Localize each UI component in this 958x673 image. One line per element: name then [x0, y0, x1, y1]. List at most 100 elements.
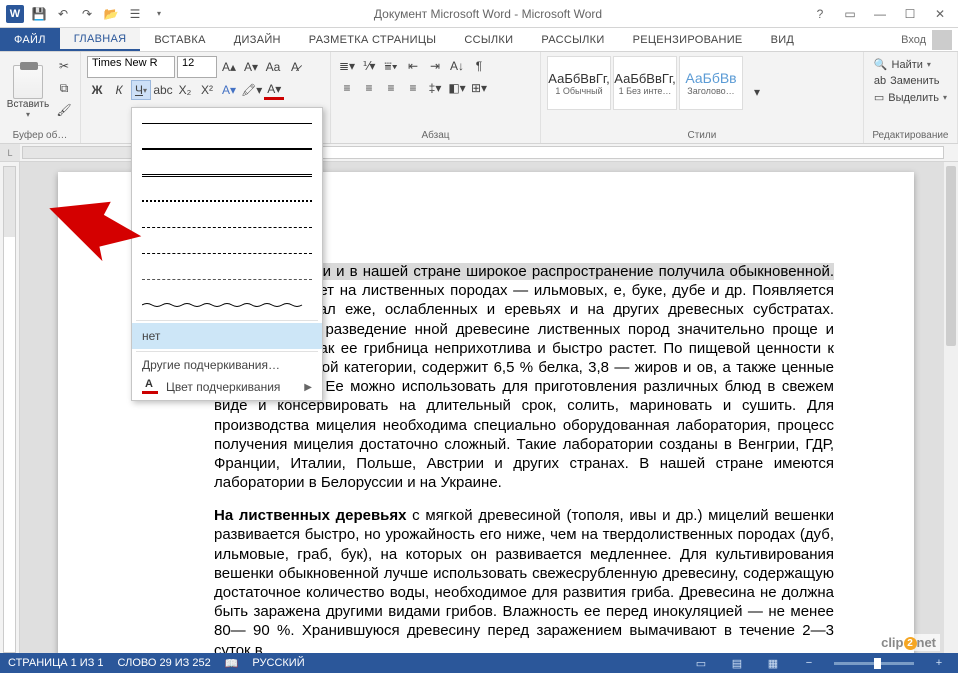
line-spacing-icon[interactable]: ‡▾ [425, 78, 445, 98]
group-editing: 🔍Найти▾ abЗаменить ▭Выделить▾ Редактиров… [864, 52, 958, 143]
align-left-icon[interactable]: ≡ [337, 78, 357, 98]
italic-icon[interactable]: К [109, 80, 129, 100]
ribbon-tabs: ФАЙЛ ГЛАВНАЯ ВСТАВКА ДИЗАЙН РАЗМЕТКА СТР… [0, 28, 958, 52]
increase-indent-icon[interactable]: ⇥ [425, 56, 445, 76]
save-icon[interactable]: 💾 [28, 3, 50, 25]
format-painter-icon[interactable]: 🖌 [54, 100, 74, 120]
find-button[interactable]: 🔍Найти▾ [870, 56, 951, 73]
zoom-out-icon[interactable]: − [798, 655, 820, 671]
underline-more[interactable]: Другие подчеркивания… [132, 354, 322, 376]
open-icon[interactable]: 📂 [100, 3, 122, 25]
undo-icon[interactable]: ↶ [52, 3, 74, 25]
paragraph-2[interactable]: На лиственных деревьях с мягкой древесин… [214, 506, 834, 653]
replace-button[interactable]: abЗаменить [870, 73, 951, 89]
clipboard-icon [13, 65, 43, 99]
maximize-icon[interactable]: ☐ [896, 3, 924, 25]
view-print-icon[interactable]: ▤ [726, 655, 748, 671]
clear-format-icon[interactable]: A̷ [285, 57, 305, 77]
copy-icon[interactable]: ⧉ [54, 78, 74, 98]
shrink-font-icon[interactable]: A▾ [241, 57, 261, 77]
underline-style-wave[interactable] [132, 292, 322, 318]
align-center-icon[interactable]: ≡ [359, 78, 379, 98]
highlight-icon[interactable]: 🖍▾ [241, 80, 262, 100]
underline-color[interactable]: Цвет подчеркивания ▶ [132, 376, 322, 398]
status-words[interactable]: СЛОВО 29 ИЗ 252 [118, 657, 211, 669]
chevron-right-icon: ▶ [304, 382, 312, 393]
underline-style-single[interactable] [132, 110, 322, 136]
view-web-icon[interactable]: ▦ [762, 655, 784, 671]
font-size-select[interactable]: 12 [177, 56, 217, 78]
styles-more-icon[interactable]: ▾ [747, 82, 767, 102]
select-button[interactable]: ▭Выделить▾ [870, 89, 951, 106]
tab-selector-icon[interactable]: L [0, 144, 20, 161]
justify-icon[interactable]: ≡ [403, 78, 423, 98]
cut-icon[interactable]: ✂ [54, 56, 74, 76]
tab-view[interactable]: ВИД [757, 28, 809, 51]
vertical-scrollbar[interactable] [944, 162, 958, 653]
bullets-icon[interactable]: ≣▾ [337, 56, 357, 76]
view-read-icon[interactable]: ▭ [690, 655, 712, 671]
style-heading1[interactable]: АаБбВв Заголово… [679, 56, 743, 110]
text-effects-icon[interactable]: A▾ [219, 80, 239, 100]
zoom-in-icon[interactable]: + [928, 655, 950, 671]
font-color-icon[interactable]: A▾ [264, 80, 284, 100]
underline-dropdown: нет Другие подчеркивания… Цвет подчеркив… [131, 107, 323, 401]
paste-label: Вставить [7, 99, 49, 110]
tab-references[interactable]: ССЫЛКИ [450, 28, 527, 51]
tab-home[interactable]: ГЛАВНАЯ [60, 28, 141, 51]
help-icon[interactable]: ? [806, 3, 834, 25]
tab-layout[interactable]: РАЗМЕТКА СТРАНИЦЫ [295, 28, 451, 51]
underline-style-dot-dash[interactable] [132, 240, 322, 266]
grow-font-icon[interactable]: A▴ [219, 57, 239, 77]
shading-icon[interactable]: ◧▾ [447, 78, 467, 98]
tab-insert[interactable]: ВСТАВКА [140, 28, 219, 51]
underline-style-dotted[interactable] [132, 188, 322, 214]
superscript-icon[interactable]: X² [197, 80, 217, 100]
sort-icon[interactable]: A↓ [447, 56, 467, 76]
bold-icon[interactable]: Ж [87, 80, 107, 100]
zoom-slider[interactable] [834, 662, 914, 665]
underline-style-thick[interactable] [132, 136, 322, 162]
status-proofing-icon[interactable]: 📖 [225, 657, 239, 670]
font-family-select[interactable]: Times New R [87, 56, 175, 78]
word-app-icon[interactable]: W [4, 3, 26, 25]
underline-style-dot-dot-dash[interactable] [132, 266, 322, 292]
qat-customize-icon[interactable]: ▾ [148, 3, 170, 25]
tab-review[interactable]: РЕЦЕНЗИРОВАНИЕ [619, 28, 757, 51]
change-case-icon[interactable]: Aa [263, 57, 283, 77]
group-clipboard-label: Буфер об… [6, 128, 74, 141]
underline-style-double[interactable] [132, 162, 322, 188]
multilevel-icon[interactable]: ⩸▾ [381, 56, 401, 76]
style-no-spacing[interactable]: АаБбВвГг, 1 Без инте… [613, 56, 677, 110]
decrease-indent-icon[interactable]: ⇤ [403, 56, 423, 76]
tab-mailings[interactable]: РАССЫЛКИ [527, 28, 618, 51]
close-icon[interactable]: ✕ [926, 3, 954, 25]
tab-file[interactable]: ФАЙЛ [0, 28, 60, 51]
group-paragraph: ≣▾ ⅟▾ ⩸▾ ⇤ ⇥ A↓ ¶ ≡ ≡ ≡ ≡ ‡▾ ◧▾ ⊞▾ Абзац [331, 52, 541, 143]
scrollbar-thumb[interactable] [946, 166, 956, 346]
underline-style-dashed[interactable] [132, 214, 322, 240]
ribbon-display-icon[interactable]: ▭ [836, 3, 864, 25]
borders-icon[interactable]: ⊞▾ [469, 78, 489, 98]
style-normal[interactable]: АаБбВвГг, 1 Обычный [547, 56, 611, 110]
login-label[interactable]: Вход [901, 34, 926, 46]
subscript-icon[interactable]: X₂ [175, 80, 195, 100]
avatar-icon[interactable] [932, 30, 952, 50]
strikethrough-icon[interactable]: abc [153, 80, 173, 100]
styles-gallery[interactable]: АаБбВвГг, 1 Обычный АаБбВвГг, 1 Без инте… [547, 56, 743, 128]
underline-none[interactable]: нет [132, 323, 322, 349]
tab-design[interactable]: ДИЗАЙН [220, 28, 295, 51]
window-controls: ? ▭ — ☐ ✕ [806, 3, 958, 25]
minimize-icon[interactable]: — [866, 3, 894, 25]
align-right-icon[interactable]: ≡ [381, 78, 401, 98]
touch-mode-icon[interactable]: ☰ [124, 3, 146, 25]
numbering-icon[interactable]: ⅟▾ [359, 56, 379, 76]
paste-button[interactable]: Вставить ▾ [6, 56, 50, 128]
group-styles: АаБбВвГг, 1 Обычный АаБбВвГг, 1 Без инте… [541, 52, 864, 143]
underline-icon[interactable]: Ч ▾ [131, 80, 151, 100]
status-language[interactable]: РУССКИЙ [252, 657, 304, 669]
ruler-vertical[interactable] [0, 162, 20, 653]
show-marks-icon[interactable]: ¶ [469, 56, 489, 76]
status-page[interactable]: СТРАНИЦА 1 ИЗ 1 [8, 657, 104, 669]
redo-icon[interactable]: ↷ [76, 3, 98, 25]
